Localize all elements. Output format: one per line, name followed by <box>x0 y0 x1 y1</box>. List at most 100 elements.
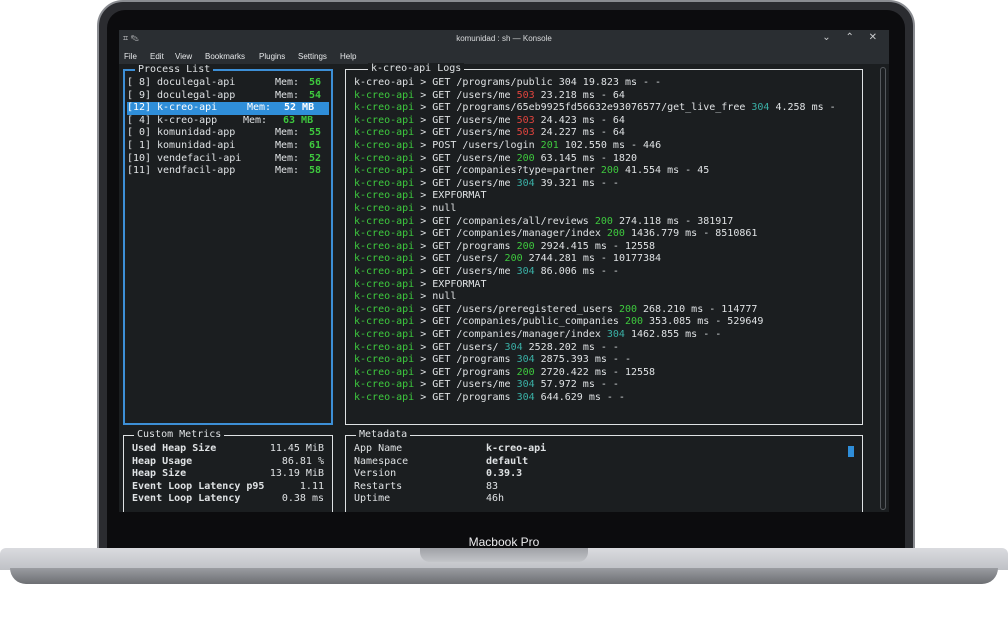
menu-help[interactable]: Help <box>340 52 356 61</box>
log-request: > GET /companies/public_companies <box>420 316 625 328</box>
log-request: > GET /users/me <box>420 114 517 126</box>
log-prefix: k-creo-api <box>354 341 415 353</box>
menu-view[interactable]: View <box>175 52 192 61</box>
log-prefix: k-creo-api <box>354 102 415 114</box>
process-id: [10] <box>127 152 152 164</box>
log-status: 503 <box>516 89 535 101</box>
metadata-label: Version <box>354 468 397 480</box>
log-status: 200 <box>516 240 535 252</box>
process-row[interactable]: [11] vendfacil-app Mem: 58 <box>127 165 329 178</box>
log-prefix: k-creo-api <box>354 240 415 252</box>
process-row[interactable]: [ 4] k-creo-app Mem: 63 MB <box>127 115 329 128</box>
logs-title: k-creo-api Logs <box>368 63 465 75</box>
log-line: k-creo-api > null <box>354 203 456 216</box>
window-controls-icon[interactable]: ⌄ ⌃ ✕ <box>822 32 883 43</box>
log-request: > GET /users/me <box>420 152 517 164</box>
log-request: > null <box>420 203 457 214</box>
log-timing: 353.085 ms - 529649 <box>643 316 764 328</box>
menu-bar: File Edit View Bookmarks Plugins Setting… <box>119 48 889 64</box>
metadata-label: Namespace <box>354 455 409 467</box>
metric-value: 11.45 MiB <box>269 443 324 454</box>
process-row[interactable]: [10] vendefacil-api Mem: 52 <box>127 153 329 166</box>
log-line: k-creo-api > GET /users/me 304 86.006 ms… <box>354 266 619 279</box>
log-prefix: k-creo-api <box>354 379 415 391</box>
log-timing: 23.218 ms - 64 <box>534 89 625 101</box>
metric-label: Event Loop Latency <box>132 493 241 505</box>
log-prefix: k-creo-api <box>354 303 415 315</box>
metric-label: Heap Size <box>132 468 187 480</box>
log-timing: 57.972 ms - - <box>534 379 619 391</box>
process-name: komunidad-api <box>157 140 236 151</box>
log-request: > GET /users/me <box>420 127 517 139</box>
menu-bookmarks[interactable]: Bookmarks <box>205 52 245 61</box>
metadata-panel: Metadata <box>345 429 863 512</box>
log-line: k-creo-api > GET /programs/public 304 19… <box>354 77 661 90</box>
log-request: > GET /programs/65eb9925fd56632e93076577… <box>420 102 752 114</box>
metadata-value: 0.39.3 <box>486 468 523 480</box>
process-mem-label: Mem: <box>275 152 300 164</box>
process-mem-value: 52 MB <box>284 102 315 114</box>
menu-file[interactable]: File <box>124 52 137 61</box>
process-row[interactable]: [12] k-creo-api Mem: 52 MB <box>127 102 329 115</box>
log-request: > GET /users/ <box>420 253 505 265</box>
process-row[interactable]: [ 1] komunidad-api Mem: 61 <box>127 140 329 153</box>
log-line: k-creo-api > GET /programs 304 644.629 m… <box>354 392 625 405</box>
process-name: vendefacil-api <box>157 152 242 164</box>
process-row[interactable]: [ 9] doculegal-app Mem: 54 <box>127 90 329 103</box>
log-prefix: k-creo-api <box>354 152 415 164</box>
process-mem-label: Mem: <box>275 77 300 88</box>
log-timing: 268.210 ms - 114777 <box>637 303 758 315</box>
log-line: k-creo-api > GET /programs 200 2720.422 … <box>354 367 655 380</box>
log-line: k-creo-api > GET /companies/public_compa… <box>354 316 763 329</box>
metadata-value: k-creo-api <box>486 443 547 454</box>
process-mem-label: Mem: <box>275 89 300 101</box>
process-name: vendfacil-app <box>157 165 236 177</box>
terminal[interactable]: Process List [ 8] doculegal-api Mem: 56 [ 9]… <box>119 63 889 512</box>
window-title: komunidad : sh — Konsole <box>456 34 552 43</box>
log-request: > GET /programs <box>420 392 517 403</box>
log-prefix: k-creo-api <box>354 77 415 88</box>
log-prefix: k-creo-api <box>354 165 415 177</box>
log-line: k-creo-api > GET /users/ 304 2528.202 ms… <box>354 342 619 355</box>
log-status: 304 <box>606 329 625 340</box>
process-list-title: Process List <box>135 64 214 76</box>
log-prefix: k-creo-api <box>354 266 415 277</box>
log-line: k-creo-api > GET /companies?type=partner… <box>354 165 709 178</box>
scrollbar[interactable] <box>880 67 886 510</box>
log-timing: 274.118 ms - 381917 <box>612 215 734 227</box>
log-status: 200 <box>504 253 523 265</box>
metric-value: 13.19 MiB <box>269 468 324 480</box>
process-id: [12] <box>127 102 152 114</box>
log-timing: 63.145 ms - 1820 <box>534 152 637 164</box>
log-line: k-creo-api > GET /users/me 304 57.972 ms… <box>354 379 619 392</box>
process-row[interactable]: [ 0] komunidad-app Mem: 55 <box>127 127 329 140</box>
menu-settings[interactable]: Settings <box>298 52 327 61</box>
menu-plugins[interactable]: Plugins <box>259 52 285 61</box>
log-status: 304 <box>516 177 535 189</box>
log-line: k-creo-api > EXPFORMAT <box>354 279 486 292</box>
process-id: [ 8] <box>127 77 152 88</box>
process-name: doculegal-app <box>157 89 236 101</box>
metric-label: Used Heap Size <box>132 443 217 454</box>
laptop-notch <box>420 548 588 562</box>
log-request: > GET /companies/all/reviews <box>420 215 595 227</box>
metric-label: Event Loop Latency p95 <box>132 480 265 492</box>
metadata-title: Metadata <box>356 429 411 441</box>
log-line: k-creo-api > GET /companies/manager/inde… <box>354 228 757 241</box>
log-line: k-creo-api > GET /programs 304 2875.393 … <box>354 354 631 367</box>
custom-metrics-title: Custom Metrics <box>134 429 225 441</box>
metadata-value: 46h <box>486 493 505 505</box>
process-mem-value: 52 <box>309 152 322 164</box>
log-status: 304 <box>516 392 535 403</box>
log-prefix: k-creo-api <box>354 392 415 403</box>
log-prefix: k-creo-api <box>354 278 415 290</box>
log-line: k-creo-api > GET /users/me 503 23.218 ms… <box>354 90 625 103</box>
log-timing: 2720.422 ms - 12558 <box>534 366 656 378</box>
menu-edit[interactable]: Edit <box>150 52 164 61</box>
process-name: k-creo-api <box>157 102 218 114</box>
log-status: 503 <box>516 127 535 139</box>
process-mem-value: 55 <box>309 127 322 139</box>
log-timing: 24.423 ms - 64 <box>534 114 625 126</box>
process-row[interactable]: [ 8] doculegal-api Mem: 56 <box>127 77 329 90</box>
log-status: 304 <box>516 379 535 391</box>
